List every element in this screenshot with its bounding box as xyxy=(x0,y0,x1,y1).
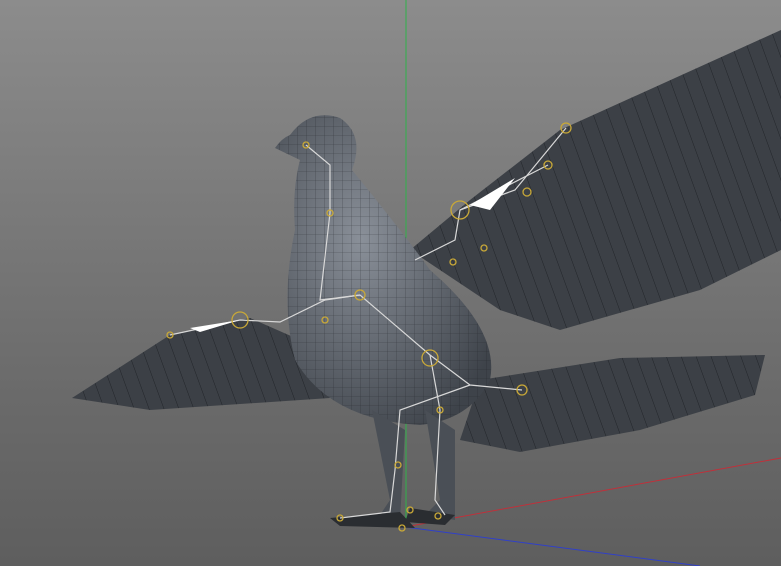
x-axis xyxy=(404,457,781,528)
right-wing[interactable] xyxy=(410,30,781,330)
z-axis xyxy=(404,526,701,566)
tail[interactable] xyxy=(460,355,765,452)
bird-body[interactable] xyxy=(275,115,492,528)
scene xyxy=(72,0,781,566)
3d-viewport[interactable] xyxy=(0,0,781,566)
